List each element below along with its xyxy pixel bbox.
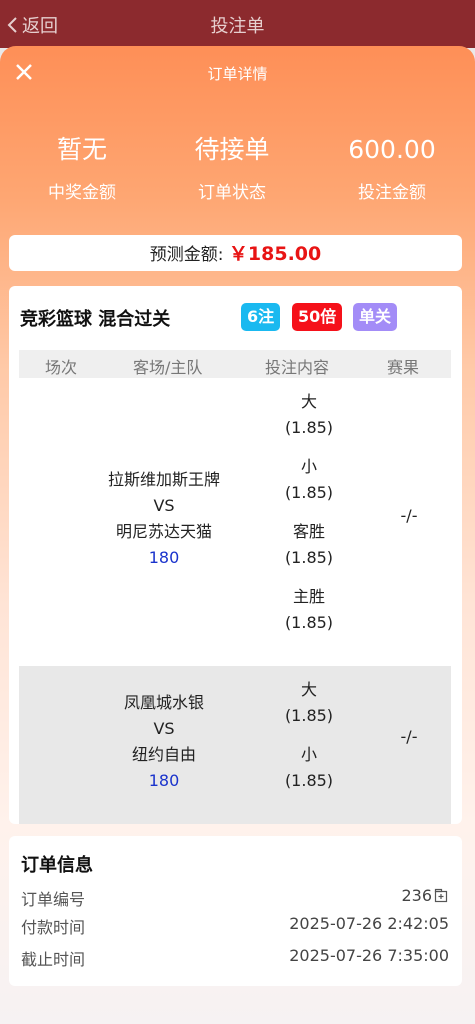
order-info-card: 订单信息 订单编号 236 付款时间 2025-07-26 2:42:05 截止… [9, 836, 462, 986]
table-header: 场次 客场/主队 投注内容 赛果 [19, 350, 451, 378]
order-detail-sheet: 订单详情 暂无 中奖金额 待接单 订单状态 600.00 投注金额 预测金额: … [0, 46, 475, 1024]
vs-label: VS [153, 496, 175, 515]
stat-prize: 暂无 中奖金额 [2, 132, 162, 203]
page-title: 投注单 [210, 16, 265, 37]
multiplier-badge: 50倍 [292, 303, 343, 331]
home-team: 纽约自由 [131, 745, 196, 764]
vs-label: VS [153, 719, 175, 738]
info-value: 2025-07-26 7:35:00 [289, 946, 449, 965]
match-teams: 拉斯维加斯王牌 VS 明尼苏达天猫 180 [89, 467, 239, 571]
info-value: 236 [401, 886, 432, 905]
bet-item: 主胜 (1.85) [284, 587, 334, 632]
info-key: 截止时间 [21, 950, 86, 969]
match-result: -/- [400, 727, 418, 746]
total-line: 180 [148, 548, 180, 567]
column-header: 投注内容 [265, 358, 330, 377]
column-header: 赛果 [387, 358, 420, 377]
predict-label: 预测金额: [149, 245, 229, 265]
info-key: 付款时间 [21, 918, 86, 937]
stat-label: 中奖金额 [48, 183, 116, 203]
order-number-copy[interactable]: 236 [401, 886, 449, 905]
bets-count-badge: 6注 [241, 303, 281, 331]
bet-contents: 大 (1.85) 小 (1.85) 客胜 (1.85) 主胜 (1.85) [269, 389, 349, 649]
copy-icon[interactable] [434, 888, 449, 903]
top-bar: 返回 投注单 [0, 0, 475, 48]
stat-value: 暂无 [56, 135, 107, 164]
bet-item: 客胜 (1.85) [284, 522, 334, 567]
total-line: 180 [148, 771, 180, 790]
match-result: -/- [400, 506, 418, 525]
stat-label: 投注金额 [358, 183, 426, 203]
payment-time-row: 付款时间 2025-07-26 2:42:05 [21, 914, 449, 938]
predicted-amount: 预测金额: ￥185.00 [9, 235, 462, 271]
home-team: 明尼苏达天猫 [115, 522, 212, 541]
order-info-title: 订单信息 [21, 855, 93, 876]
stat-status: 待接单 订单状态 [152, 132, 312, 203]
stat-bet-amount: 600.00 投注金额 [312, 132, 472, 203]
bet-item: 小 (1.85) [284, 745, 334, 790]
bet-contents: 大 (1.85) 小 (1.85) [269, 677, 349, 807]
info-value: 2025-07-26 2:42:05 [289, 914, 449, 933]
away-team: 拉斯维加斯王牌 [107, 470, 220, 489]
summary-stats: 暂无 中奖金额 待接单 订单状态 600.00 投注金额 [0, 132, 475, 212]
stat-value: 待接单 [194, 135, 270, 164]
bet-item: 大 (1.85) [284, 392, 334, 437]
predict-value: ￥185.00 [228, 243, 322, 265]
stat-value: 600.00 [348, 135, 436, 164]
bet-item: 小 (1.85) [284, 457, 334, 502]
table-row: 凤凰城水银 VS 纽约自由 180 大 (1.85) 小 (1.85) -/- [19, 666, 451, 824]
info-key: 订单编号 [21, 890, 86, 909]
single-badge: 单关 [353, 303, 398, 331]
table-row: 拉斯维加斯王牌 VS 明尼苏达天猫 180 大 (1.85) 小 (1.85) 客胜… [19, 378, 451, 665]
deadline-row: 截止时间 2025-07-26 7:35:00 [21, 946, 449, 970]
sheet-title: 订单详情 [207, 65, 268, 83]
order-number-row: 订单编号 236 [21, 886, 449, 910]
ticket-title: 竞彩篮球 混合过关 [20, 309, 171, 330]
column-header: 客场/主队 [133, 358, 203, 377]
column-header: 场次 [45, 358, 78, 377]
ticket-card: 竞彩篮球 混合过关 6注 50倍 单关 场次 客场/主队 投注内容 赛果 拉斯维… [9, 286, 462, 824]
match-teams: 凤凰城水银 VS 纽约自由 180 [89, 690, 239, 794]
away-team: 凤凰城水银 [123, 693, 204, 712]
bet-item: 大 (1.85) [284, 680, 334, 725]
stat-label: 订单状态 [198, 183, 266, 203]
